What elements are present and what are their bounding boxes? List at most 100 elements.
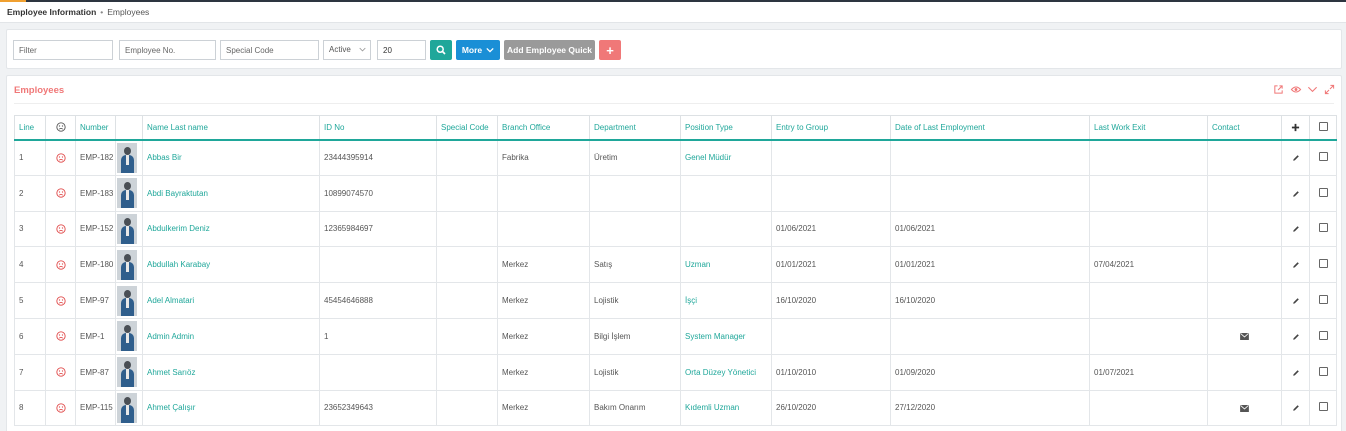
cell-last-employment [890, 174, 1090, 212]
row-checkbox[interactable] [1318, 330, 1328, 340]
col-department[interactable]: Department [589, 115, 681, 141]
cell-line: 5 [14, 282, 46, 319]
pencil-icon[interactable] [1292, 404, 1300, 412]
envelope-icon[interactable] [1240, 404, 1249, 412]
avatar[interactable] [117, 142, 137, 173]
pencil-icon[interactable] [1292, 154, 1300, 162]
avatar[interactable] [117, 178, 137, 209]
cell-name[interactable]: Ahmet Çalışır [142, 389, 320, 427]
avatar[interactable] [117, 321, 137, 352]
cell-name[interactable]: Abbas Bir [142, 139, 320, 176]
filter-input[interactable] [13, 40, 113, 60]
row-checkbox[interactable] [1318, 223, 1328, 233]
cell-name[interactable]: Abdulkerim Deniz [142, 210, 320, 248]
col-add[interactable] [1281, 115, 1310, 141]
col-number[interactable]: Number [75, 115, 116, 141]
employees-table: Line Number Name Last name ID No Special… [14, 115, 1337, 427]
col-special-code[interactable]: Special Code [436, 115, 498, 141]
cell-position[interactable] [680, 174, 772, 212]
cell-department: Satış [589, 246, 681, 284]
row-checkbox[interactable] [1318, 366, 1328, 376]
cell-name[interactable]: Abdullah Karabay [142, 246, 320, 284]
employee-no-input[interactable] [119, 40, 216, 60]
add-button[interactable]: + [599, 40, 621, 60]
search-button[interactable] [430, 40, 452, 60]
row-checkbox[interactable] [1318, 152, 1328, 162]
frown-icon [55, 260, 66, 270]
expand-icon[interactable] [1324, 84, 1335, 95]
more-button[interactable]: More [456, 40, 500, 60]
col-contact[interactable]: Contact [1207, 115, 1282, 141]
table-row[interactable]: 5 EMP-97 Adel Almatari 45454646888 Merkez Loj… [14, 282, 1337, 319]
pencil-icon[interactable] [1292, 333, 1300, 341]
cell-position[interactable]: Uzman [680, 246, 772, 284]
pencil-icon[interactable] [1292, 261, 1300, 269]
table-row[interactable]: 2 EMP-183 Abdi Bayraktutan 10899074570 [14, 174, 1337, 212]
cell-branch: Fabrika [497, 139, 590, 176]
avatar[interactable] [117, 392, 137, 423]
col-line[interactable]: Line [14, 115, 46, 141]
row-checkbox[interactable] [1318, 295, 1328, 305]
cell-edit [1281, 174, 1310, 212]
avatar[interactable] [117, 357, 137, 388]
page-size-input[interactable] [377, 40, 426, 60]
cell-number: EMP-97 [75, 282, 116, 319]
table-row[interactable]: 3 EMP-152 Abdulkerim Deniz 12365984697 01/06… [14, 210, 1337, 248]
col-entry[interactable]: Entry to Group [771, 115, 891, 141]
select-all-checkbox[interactable] [1318, 121, 1328, 131]
col-id-no[interactable]: ID No [319, 115, 437, 141]
col-select-all[interactable] [1309, 115, 1337, 141]
status-select[interactable]: Active [323, 40, 371, 60]
envelope-icon[interactable] [1240, 333, 1249, 341]
col-position[interactable]: Position Type [680, 115, 772, 141]
cell-select [1309, 246, 1337, 284]
pencil-icon[interactable] [1292, 369, 1300, 377]
table-row[interactable]: 6 EMP-1 Admin Admin 1 Merkez Bilgi İşlem Syste… [14, 317, 1337, 355]
avatar[interactable] [117, 249, 137, 280]
row-checkbox[interactable] [1318, 187, 1328, 197]
cell-position[interactable]: Kıdemli Uzman [680, 389, 772, 427]
cell-position[interactable]: Orta Düzey Yönetici [680, 353, 772, 391]
pencil-icon[interactable] [1292, 190, 1300, 198]
cell-name[interactable]: Admin Admin [142, 317, 320, 355]
cell-contact [1207, 282, 1282, 319]
breadcrumb-parent[interactable]: Employee Information [7, 7, 96, 17]
cell-line: 3 [14, 210, 46, 248]
cell-number: EMP-152 [75, 210, 116, 248]
col-last-exit[interactable]: Last Work Exit [1089, 115, 1208, 141]
row-checkbox[interactable] [1318, 259, 1328, 269]
status-select-value: Active [329, 45, 351, 54]
cell-position[interactable]: İşçi [680, 282, 772, 319]
cell-position[interactable]: Genel Müdür [680, 139, 772, 176]
cell-name[interactable]: Abdi Bayraktutan [142, 174, 320, 212]
pencil-icon[interactable] [1292, 297, 1300, 305]
table-row[interactable]: 8 EMP-115 Ahmet Çalışır 23652349643 Merkez Ba… [14, 389, 1337, 427]
cell-position[interactable] [680, 210, 772, 248]
cell-name[interactable]: Adel Almatari [142, 282, 320, 319]
eye-icon[interactable] [1290, 84, 1302, 95]
cell-entry [771, 174, 891, 212]
export-icon[interactable] [1273, 84, 1284, 95]
table-row[interactable]: 7 EMP-87 Ahmet Sarıöz Merkez Lojistik Orta Dü… [14, 353, 1337, 391]
col-name[interactable]: Name Last name [142, 115, 320, 141]
employees-panel: Employees Line Number Name Last name ID … [6, 75, 1342, 431]
cell-entry: 01/01/2021 [771, 246, 891, 284]
chevron-down-icon[interactable] [1307, 84, 1318, 95]
add-employee-quick-button[interactable]: Add Employee Quick [504, 40, 595, 60]
avatar[interactable] [117, 285, 137, 316]
cell-name[interactable]: Ahmet Sarıöz [142, 353, 320, 391]
col-last-employment[interactable]: Date of Last Employment [890, 115, 1090, 141]
table-row[interactable]: 4 EMP-180 Abdullah Karabay Merkez Satış Uzman… [14, 246, 1337, 284]
pencil-icon[interactable] [1292, 225, 1300, 233]
row-checkbox[interactable] [1318, 402, 1328, 412]
avatar[interactable] [117, 213, 137, 244]
cell-last-exit: 07/04/2021 [1089, 246, 1208, 284]
special-code-input[interactable] [220, 40, 319, 60]
cell-id-no: 45454646888 [319, 282, 437, 319]
table-row[interactable]: 1 EMP-182 Abbas Bir 23444395914 Fabrika Üreti… [14, 139, 1337, 176]
cell-branch [497, 210, 590, 248]
cell-id-no [319, 353, 437, 391]
col-branch[interactable]: Branch Office [497, 115, 590, 141]
cell-position[interactable]: System Manager [680, 317, 772, 355]
cell-last-exit [1089, 389, 1208, 427]
